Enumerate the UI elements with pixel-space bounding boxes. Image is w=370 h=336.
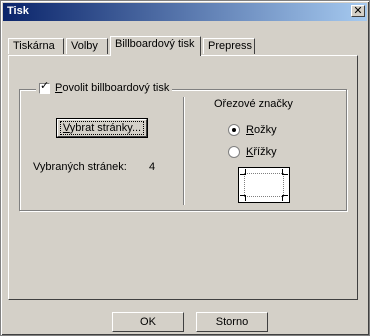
title-bar[interactable]: Tisk ✕ bbox=[3, 3, 367, 21]
vertical-divider bbox=[183, 97, 185, 205]
tab-options[interactable]: Volby bbox=[66, 38, 108, 54]
tab-prepress[interactable]: Prepress bbox=[203, 38, 255, 54]
select-pages-button[interactable]: Vybrat stránky... bbox=[56, 118, 148, 138]
checkbox-box[interactable]: ✓ bbox=[39, 79, 50, 94]
crop-marks-title: Ořezové značky bbox=[214, 98, 293, 110]
radio-corners[interactable]: Rožky bbox=[228, 124, 277, 136]
enable-billboard-checkbox[interactable]: ✓ Povolit billboardový tisk bbox=[36, 79, 173, 95]
corner-mark-icon bbox=[282, 195, 288, 201]
selected-pages-label: Vybraných stránek: bbox=[33, 161, 127, 173]
cancel-button[interactable]: Storno bbox=[196, 312, 268, 332]
corner-mark-icon bbox=[240, 169, 246, 175]
preview-page-outline bbox=[244, 173, 284, 197]
ok-button[interactable]: OK bbox=[112, 312, 184, 332]
tab-printer[interactable]: Tiskárna bbox=[8, 38, 64, 54]
radio-crosses[interactable]: Křížky bbox=[228, 146, 277, 158]
select-pages-label: Vybrat stránky... bbox=[59, 121, 145, 135]
checkmark-icon: ✓ bbox=[40, 79, 50, 92]
close-icon: ✕ bbox=[353, 5, 363, 17]
corner-mark-icon bbox=[240, 195, 246, 201]
close-button[interactable]: ✕ bbox=[351, 5, 365, 17]
dialog-title: Tisk bbox=[7, 5, 29, 17]
radio-button[interactable] bbox=[228, 146, 240, 158]
crop-marks-preview bbox=[238, 167, 290, 203]
tab-billboard[interactable]: Billboardový tisk bbox=[110, 36, 201, 56]
selected-pages-value: 4 bbox=[149, 161, 156, 173]
radio-button-selected[interactable] bbox=[228, 124, 240, 136]
enable-billboard-label: Povolit billboardový tisk bbox=[55, 82, 170, 94]
radio-corners-label: Rožky bbox=[246, 124, 277, 136]
radio-crosses-label: Křížky bbox=[246, 146, 277, 158]
corner-mark-icon bbox=[282, 169, 288, 175]
